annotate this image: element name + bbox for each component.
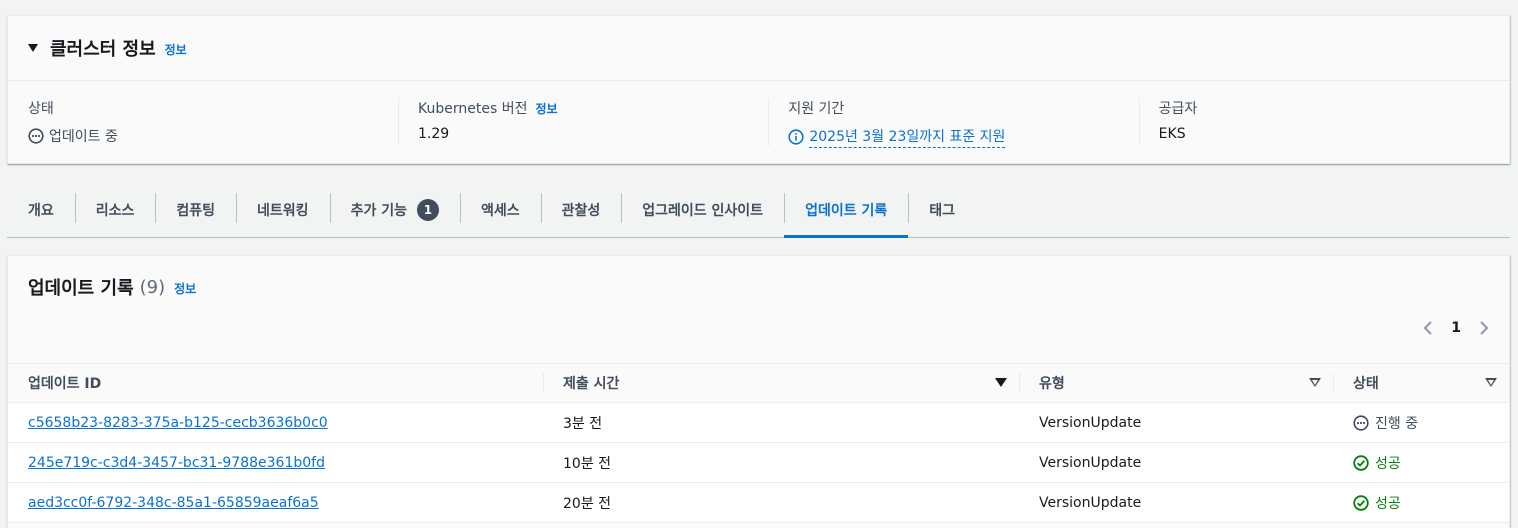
support-period-label: 지원 기간 xyxy=(788,101,845,117)
tab-label: 컴퓨팅 xyxy=(176,202,216,219)
cluster-tabs: 개요 리소스 컴퓨팅 네트워킹 추가 기능 1 액세스 관찰성 업그레이드 인사이… xyxy=(7,182,1510,238)
tab-label: 업그레이드 인사이트 xyxy=(642,202,764,219)
support-period-field: 지원 기간 2025년 3월 23일까지 표준 지원 xyxy=(768,98,1138,148)
cluster-info-header[interactable]: 클러스터 정보 정보 xyxy=(8,16,1509,81)
column-header-status[interactable]: 상태 xyxy=(1333,363,1509,403)
support-period-popover-trigger[interactable]: 2025년 3월 23일까지 표준 지원 xyxy=(788,126,1138,148)
table-header: 업데이트 ID 제출 시간 유형 상태 xyxy=(8,363,1509,403)
tab-tags[interactable]: 태그 xyxy=(908,182,976,237)
cluster-info-panel: 클러스터 정보 정보 상태 업데이트 중 Kubernetes 버전 정보 1.… xyxy=(7,15,1510,164)
cluster-info-link[interactable]: 정보 xyxy=(165,41,187,58)
table-row: c5658b23-8283-375a-b125-cecb3636b0c0 3분 … xyxy=(8,403,1509,443)
column-header-update-id: 업데이트 ID xyxy=(28,376,102,392)
submitted-time: 20분 전 xyxy=(563,495,612,512)
update-id-link[interactable]: 245e719c-c3d4-3457-bc31-9788e361b0fd xyxy=(28,455,325,471)
update-id-link[interactable]: c5658b23-8283-375a-b125-cecb3636b0c0 xyxy=(28,415,328,431)
tab-label: 추가 기능 xyxy=(350,202,407,219)
tab-label: 네트워킹 xyxy=(257,202,309,219)
tab-label: 관찰성 xyxy=(561,202,601,219)
status-value: 업데이트 중 xyxy=(49,129,118,145)
tab-update-history[interactable]: 업데이트 기록 xyxy=(784,182,909,238)
column-header-submitted[interactable]: 제출 시간 xyxy=(543,363,1019,403)
tab-compute[interactable]: 컴퓨팅 xyxy=(155,182,236,237)
status-text: 진행 중 xyxy=(1375,415,1419,432)
k8s-version-value: 1.29 xyxy=(418,126,450,142)
status-text: 성공 xyxy=(1375,495,1401,512)
current-page[interactable]: 1 xyxy=(1451,320,1461,336)
provider-value: EKS xyxy=(1158,126,1186,142)
sort-descending-icon[interactable] xyxy=(995,378,1007,387)
k8s-version-label: Kubernetes 버전 xyxy=(418,101,528,117)
addons-count-badge: 1 xyxy=(416,198,439,221)
info-icon xyxy=(788,129,804,145)
tab-observability[interactable]: 관찰성 xyxy=(540,182,622,237)
table-row: 245e719c-c3d4-3457-bc31-9788e361b0fd 10분… xyxy=(8,443,1509,483)
update-history-count: (9) xyxy=(139,276,166,298)
in-progress-icon xyxy=(28,128,44,144)
column-header-type[interactable]: 유형 xyxy=(1019,363,1333,403)
tab-label: 업데이트 기록 xyxy=(805,202,888,219)
update-id-link[interactable]: aed3cc0f-6792-348c-85a1-65859aeaf6a5 xyxy=(28,495,319,511)
tab-access[interactable]: 액세스 xyxy=(459,182,541,237)
status-text: 성공 xyxy=(1375,455,1401,472)
success-check-icon xyxy=(1353,494,1369,511)
provider-label: 공급자 xyxy=(1158,101,1198,117)
tab-label: 개요 xyxy=(28,202,54,219)
chevron-right-icon[interactable] xyxy=(1479,320,1489,336)
sort-icon[interactable] xyxy=(1485,378,1497,387)
update-type: VersionUpdate xyxy=(1039,414,1142,431)
provider-field: 공급자 EKS xyxy=(1138,98,1509,146)
update-history-panel: 업데이트 기록 (9) 정보 1 업데이트 ID 제출 시간 유형 상태 c56… xyxy=(7,255,1510,528)
update-type: VersionUpdate xyxy=(1039,494,1142,511)
support-period-value[interactable]: 2025년 3월 23일까지 표준 지원 xyxy=(809,126,1006,148)
update-history-table: 업데이트 ID 제출 시간 유형 상태 c5658b23-8283-375a-b… xyxy=(8,363,1509,523)
update-type: VersionUpdate xyxy=(1039,454,1142,471)
table-row: aed3cc0f-6792-348c-85a1-65859aeaf6a5 20분… xyxy=(8,483,1509,523)
k8s-version-info-link[interactable]: 정보 xyxy=(535,100,557,117)
tab-label: 태그 xyxy=(929,202,955,219)
success-check-icon xyxy=(1353,454,1369,471)
tab-label: 리소스 xyxy=(95,202,135,219)
tab-resources[interactable]: 리소스 xyxy=(74,182,156,237)
submitted-time: 3분 전 xyxy=(563,415,603,432)
caret-down-icon[interactable] xyxy=(28,44,38,52)
pagination: 1 xyxy=(1423,320,1489,336)
chevron-left-icon[interactable] xyxy=(1423,320,1433,336)
tab-label: 액세스 xyxy=(480,202,520,219)
submitted-time: 10분 전 xyxy=(563,455,612,472)
status-field: 상태 업데이트 중 xyxy=(28,98,398,146)
tab-upgrade-insights[interactable]: 업그레이드 인사이트 xyxy=(621,182,784,237)
tab-overview[interactable]: 개요 xyxy=(7,182,75,237)
cluster-info-title: 클러스터 정보 xyxy=(50,39,156,60)
update-history-info-link[interactable]: 정보 xyxy=(174,280,196,297)
in-progress-icon xyxy=(1353,414,1369,431)
status-label: 상태 xyxy=(28,101,54,117)
tab-networking[interactable]: 네트워킹 xyxy=(236,182,330,237)
update-history-title: 업데이트 기록 xyxy=(28,278,134,299)
sort-icon[interactable] xyxy=(1309,378,1321,387)
tab-addons[interactable]: 추가 기능 1 xyxy=(329,182,460,237)
k8s-version-field: Kubernetes 버전 정보 1.29 xyxy=(398,98,768,146)
